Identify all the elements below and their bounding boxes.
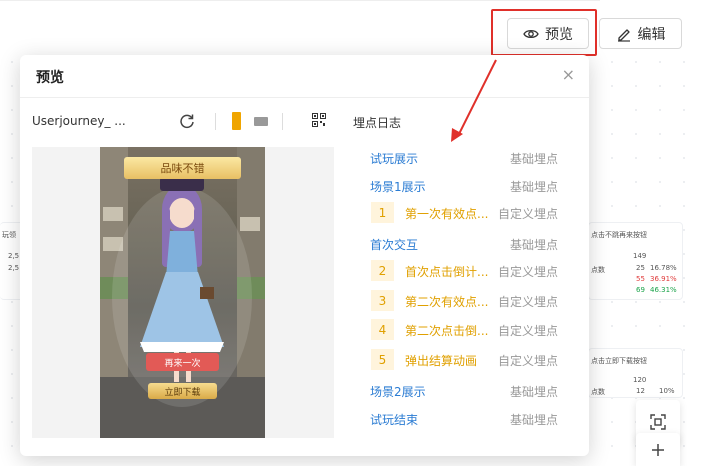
log-item-name: 第一次有效点...	[405, 207, 489, 221]
stat-card-download-percent: 10%	[659, 387, 675, 395]
log-item-name: 第二次点击倒...	[405, 324, 489, 338]
portrait-orientation-icon[interactable]	[232, 112, 241, 130]
stat-row-2-value: 55	[636, 275, 645, 283]
log-item[interactable]: 1 第一次有效点... 自定义埋点	[366, 202, 566, 224]
game-preview[interactable]: 品味不错 再来一次 立即下载	[100, 147, 265, 438]
game-banner: 品味不错	[124, 157, 241, 179]
log-item-type: 基础埋点	[509, 238, 558, 252]
log-item-type: 基础埋点	[509, 385, 558, 399]
modal-title: 预览	[36, 70, 64, 86]
qr-code-icon[interactable]	[312, 113, 326, 127]
preview-modal: 预览 × Userjourney_ ... 埋点日志 品味不错 再来一次 立即下…	[20, 55, 589, 456]
stat-row-1-value: 25	[636, 264, 645, 272]
log-item-name: 弹出结算动画	[405, 354, 478, 368]
play-again-button[interactable]: 再来一次	[146, 353, 219, 371]
log-item-number-badge: 3	[371, 290, 394, 311]
stat-row-3-value: 69	[636, 286, 645, 294]
preview-toolbar: Userjourney_ ... 埋点日志	[20, 98, 589, 146]
preview-highlight-box	[491, 9, 597, 56]
log-item[interactable]: 2 首次点击倒计... 自定义埋点	[366, 260, 566, 282]
log-item[interactable]: 3 第二次有效点... 自定义埋点	[366, 290, 566, 312]
plus-icon	[652, 443, 664, 456]
toolbar-divider	[282, 113, 283, 130]
project-name: Userjourney_ ...	[32, 114, 126, 128]
log-item-name: 第二次有效点...	[405, 295, 489, 309]
log-item-name: 试玩结束	[370, 413, 419, 427]
stat-card-again: 点击不跳再来按钮 149 点数 25 16.78% 55 36.91% 69 4…	[588, 222, 683, 300]
log-item-name: 试玩展示	[370, 152, 419, 166]
stat-card-again-count: 149	[633, 252, 647, 260]
log-item[interactable]: 5 弹出结算动画 自定义埋点	[366, 349, 566, 371]
download-now-button[interactable]: 立即下载	[148, 383, 217, 399]
preview-area: 品味不错 再来一次 立即下载	[32, 147, 334, 438]
log-item[interactable]: 4 第二次点击倒... 自定义埋点	[366, 319, 566, 341]
log-item-type: 基础埋点	[509, 152, 558, 166]
log-item[interactable]: 首次交互 基础埋点	[366, 233, 566, 255]
log-item-type: 自定义埋点	[497, 295, 558, 309]
modal-header: 预览 ×	[20, 55, 589, 98]
log-item-type: 自定义埋点	[497, 207, 558, 221]
log-item-number-badge: 4	[371, 319, 394, 340]
stat-card-left-value-1: 2,5	[8, 252, 20, 260]
stat-card-left-title: 玩领	[2, 231, 16, 239]
log-item[interactable]: 场景1展示 基础埋点	[366, 175, 566, 197]
log-item-name: 场景2展示	[370, 385, 426, 399]
edit-button-label: 编辑	[637, 26, 666, 43]
top-divider	[0, 0, 600, 1]
log-title: 埋点日志	[353, 116, 402, 130]
stat-card-again-title: 点击不跳再来按钮	[591, 231, 647, 239]
stat-card-download: 点击立即下载按钮 120 点数 12 10%	[588, 348, 683, 398]
stat-row-1-percent: 16.78%	[650, 264, 677, 272]
log-item-type: 自定义埋点	[497, 324, 558, 338]
stat-card-left-value-2: 2,5	[8, 264, 20, 272]
refresh-icon[interactable]	[179, 113, 195, 129]
log-item-name: 场景1展示	[370, 180, 426, 194]
log-item-name: 首次交互	[370, 238, 419, 252]
add-button[interactable]	[636, 433, 680, 466]
log-item-name: 首次点击倒计...	[405, 265, 489, 279]
log-item[interactable]: 试玩展示 基础埋点	[366, 147, 566, 169]
fit-screen-icon	[650, 414, 666, 430]
stat-row-2-percent: 36.91%	[650, 275, 677, 283]
log-item-type: 基础埋点	[509, 413, 558, 427]
log-item[interactable]: 试玩结束 基础埋点	[366, 408, 566, 430]
log-item[interactable]: 场景2展示 基础埋点	[366, 380, 566, 402]
stat-card-again-label: 点数	[591, 266, 605, 274]
stat-row-3-percent: 46.31%	[650, 286, 677, 294]
toolbar-divider	[215, 113, 216, 130]
log-item-type: 自定义埋点	[497, 265, 558, 279]
edit-button[interactable]: 编辑	[599, 18, 682, 49]
log-item-number-badge: 1	[371, 202, 394, 223]
log-item-number-badge: 5	[371, 349, 394, 370]
log-item-number-badge: 2	[371, 260, 394, 281]
pencil-icon	[617, 28, 630, 42]
stat-card-download-label: 点数	[591, 388, 605, 396]
stat-card-download-count: 120	[633, 376, 647, 384]
stat-card-download-value: 12	[636, 387, 645, 395]
log-item-type: 自定义埋点	[497, 354, 558, 368]
close-icon[interactable]: ×	[562, 65, 575, 84]
log-item-type: 基础埋点	[509, 180, 558, 194]
stat-card-download-title: 点击立即下载按钮	[591, 357, 647, 365]
landscape-orientation-icon[interactable]	[254, 117, 268, 126]
